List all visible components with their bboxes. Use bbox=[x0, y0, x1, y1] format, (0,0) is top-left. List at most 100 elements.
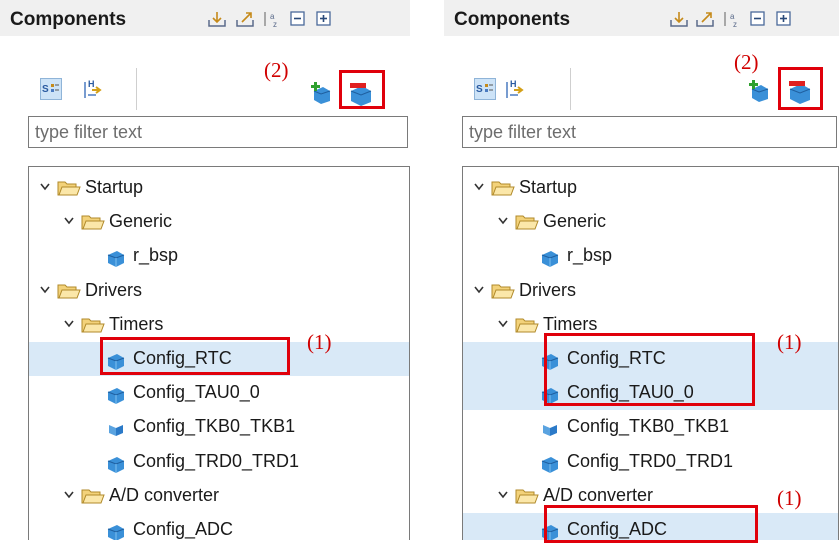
tree-item-label: Generic bbox=[109, 211, 173, 232]
tree-row[interactable]: Drivers bbox=[29, 274, 409, 308]
hardware-view-icon: H bbox=[84, 79, 102, 98]
sort-az-icon[interactable]: az bbox=[722, 11, 742, 27]
highlight-box bbox=[100, 337, 290, 375]
hardware-view-toggle[interactable]: H bbox=[504, 78, 526, 100]
filter-input[interactable] bbox=[29, 117, 407, 147]
component-alt-icon bbox=[543, 425, 557, 437]
component-icon bbox=[541, 456, 559, 473]
chevron-down-icon[interactable] bbox=[39, 180, 51, 194]
expand-all-icon[interactable] bbox=[776, 11, 792, 27]
highlight-box bbox=[778, 67, 823, 110]
tree-item-label: Config_TRD0_TRD1 bbox=[133, 450, 300, 471]
svg-text:H: H bbox=[510, 79, 517, 89]
chevron-down-icon[interactable] bbox=[39, 283, 51, 297]
folder-open-icon bbox=[81, 489, 105, 504]
collapse-all-icon[interactable] bbox=[750, 11, 766, 27]
component-icon bbox=[107, 456, 125, 473]
tree-row[interactable]: Drivers bbox=[463, 274, 838, 308]
tree-item-label: Config_TAU0_0 bbox=[133, 382, 260, 403]
component-icon bbox=[541, 251, 559, 268]
tree-item-label: Config_TKB0_TKB1 bbox=[133, 416, 296, 437]
tree-row[interactable]: Config_TRD0_TRD1 bbox=[29, 445, 409, 479]
tree-row[interactable]: Config_TKB0_TKB1 bbox=[29, 410, 409, 444]
import-icon[interactable] bbox=[670, 11, 688, 27]
import-icon[interactable] bbox=[208, 11, 226, 27]
tree-row[interactable]: Generic bbox=[463, 205, 838, 239]
tree-row[interactable]: Config_TRD0_TRD1 bbox=[463, 445, 838, 479]
filter-input[interactable] bbox=[463, 117, 836, 147]
annotation-label: (2) bbox=[264, 58, 289, 82]
tree-row[interactable]: Config_ADC bbox=[29, 513, 409, 540]
folder-open-icon bbox=[81, 215, 105, 230]
folder-open-icon bbox=[515, 215, 539, 230]
filter-field[interactable] bbox=[462, 116, 837, 148]
export-icon[interactable] bbox=[696, 11, 714, 27]
annotation-label: (1) bbox=[307, 330, 332, 354]
component-view-toggle[interactable]: S bbox=[474, 78, 496, 100]
chevron-down-icon[interactable] bbox=[473, 180, 485, 194]
folder-open-icon bbox=[81, 318, 105, 333]
folder-open-icon bbox=[491, 284, 515, 299]
add-component-icon[interactable] bbox=[310, 82, 332, 104]
highlight-box bbox=[544, 333, 755, 406]
annotation-label: (1) bbox=[777, 486, 802, 510]
tree-item-label: Drivers bbox=[519, 279, 576, 300]
folder-open-icon bbox=[491, 181, 515, 196]
hardware-view-icon: H bbox=[506, 79, 524, 98]
tree-item-label: Generic bbox=[543, 211, 607, 232]
annotation-label: (1) bbox=[777, 330, 802, 354]
chevron-down-icon[interactable] bbox=[497, 317, 509, 331]
tree-item-label: A/D converter bbox=[543, 484, 654, 505]
component-view-toggle[interactable]: S bbox=[40, 78, 62, 100]
tree-row[interactable]: A/D converter bbox=[29, 479, 409, 513]
svg-text:H: H bbox=[88, 79, 95, 89]
tree-item-label: r_bsp bbox=[133, 245, 179, 266]
folder-open-icon bbox=[57, 181, 81, 196]
chevron-down-icon[interactable] bbox=[63, 317, 75, 331]
components-panel-left: Components az S H (2) Startup Generic r_bs… bbox=[0, 0, 410, 540]
tree-item-label: Startup bbox=[85, 177, 144, 197]
component-view-icon: S bbox=[476, 84, 493, 95]
chevron-down-icon[interactable] bbox=[63, 214, 75, 228]
expand-all-icon[interactable] bbox=[316, 11, 332, 27]
component-icon bbox=[107, 251, 125, 268]
chevron-down-icon[interactable] bbox=[473, 283, 485, 297]
component-icon bbox=[107, 388, 125, 405]
export-icon[interactable] bbox=[236, 11, 254, 27]
components-panel-right: Components az S H (2) Startup Generic r_bs… bbox=[444, 0, 839, 540]
sort-az-icon[interactable]: az bbox=[262, 11, 282, 27]
collapse-all-icon[interactable] bbox=[290, 11, 306, 27]
tree-row[interactable]: Startup bbox=[29, 171, 409, 205]
filter-field[interactable] bbox=[28, 116, 408, 148]
tree-row[interactable]: r_bsp bbox=[463, 239, 838, 273]
chevron-down-icon[interactable] bbox=[497, 488, 509, 502]
tree-item-label: A/D converter bbox=[109, 484, 220, 505]
tree-item-label: Startup bbox=[519, 177, 578, 197]
chevron-down-icon[interactable] bbox=[497, 214, 509, 228]
tree-item-label: Timers bbox=[543, 313, 598, 334]
tree-item-label: Config_TRD0_TRD1 bbox=[567, 450, 734, 471]
tree-row[interactable]: r_bsp bbox=[29, 239, 409, 273]
hardware-view-toggle[interactable]: H bbox=[82, 78, 104, 100]
svg-text:S: S bbox=[476, 84, 483, 95]
folder-open-icon bbox=[515, 489, 539, 504]
component-view-icon: S bbox=[42, 84, 59, 95]
tree-item-label: Timers bbox=[109, 313, 164, 334]
highlight-box bbox=[544, 505, 758, 543]
add-component-icon[interactable] bbox=[748, 80, 770, 102]
panel-title: Components bbox=[10, 9, 127, 30]
component-alt-icon bbox=[109, 425, 123, 437]
folder-open-icon bbox=[515, 318, 539, 333]
tree-row[interactable]: Config_TKB0_TKB1 bbox=[463, 410, 838, 444]
folder-open-icon bbox=[57, 284, 81, 299]
tree-row[interactable]: Startup bbox=[463, 171, 838, 205]
chevron-down-icon[interactable] bbox=[63, 488, 75, 502]
svg-text:z: z bbox=[733, 20, 737, 27]
annotation-label: (2) bbox=[734, 50, 759, 74]
tree-item-label: Config_TKB0_TKB1 bbox=[567, 416, 730, 437]
tree-row[interactable]: Config_TAU0_0 bbox=[29, 376, 409, 410]
component-icon bbox=[107, 525, 125, 540]
toolbar-separator bbox=[136, 68, 137, 110]
tree-row[interactable]: Generic bbox=[29, 205, 409, 239]
panel-header: Components az bbox=[444, 0, 839, 36]
